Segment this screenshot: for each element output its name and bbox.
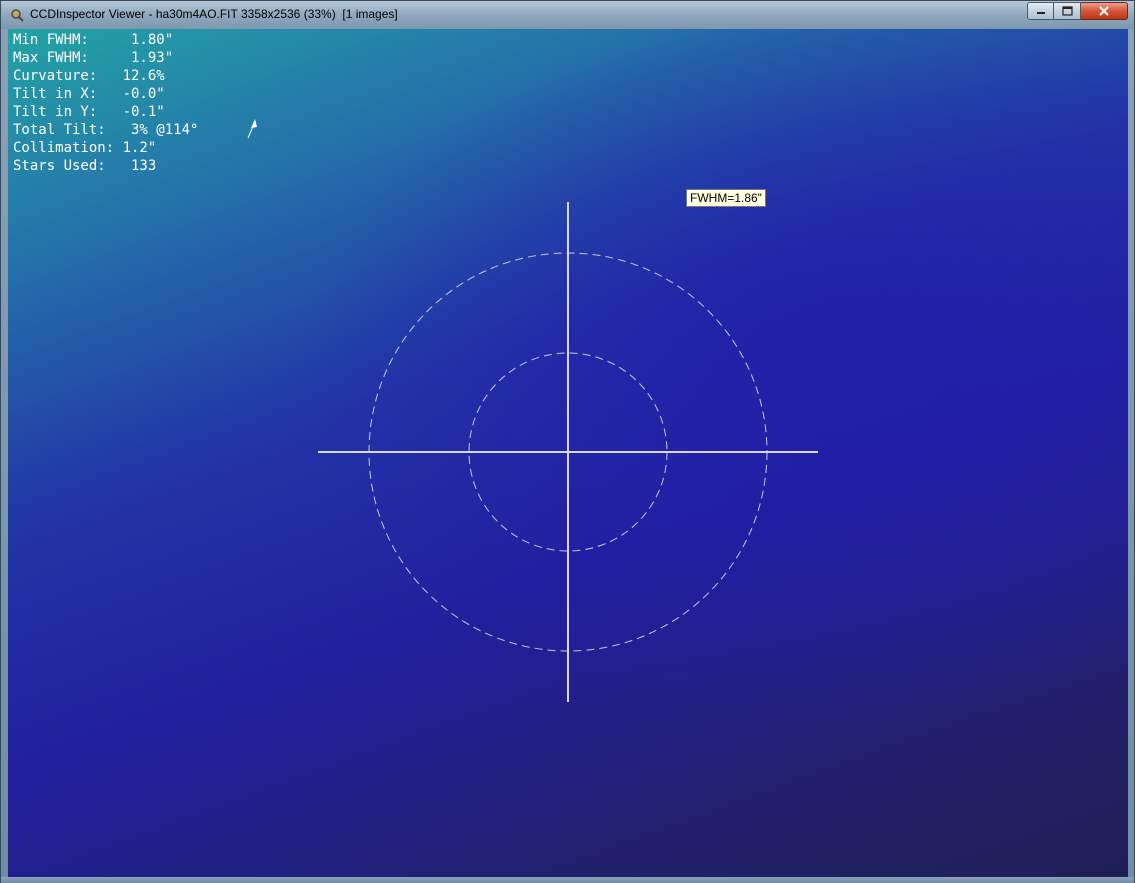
title-bar[interactable]: CCDInspector Viewer - ha30m4AO.FIT 3358x… <box>1 1 1134 29</box>
minimize-icon <box>1036 12 1045 14</box>
maximize-icon <box>1061 6 1073 16</box>
tilt-arrow-icon <box>247 119 257 139</box>
curvature-overlay <box>247 119 818 702</box>
window-title: CCDInspector Viewer - ha30m4AO.FIT 3358x… <box>30 7 398 21</box>
app-window: CCDInspector Viewer - ha30m4AO.FIT 3358x… <box>0 0 1135 883</box>
maximize-button[interactable] <box>1054 2 1081 20</box>
ccdinspector-app-icon <box>11 9 24 22</box>
fwhm-tooltip: FWHM=1.86" <box>686 189 766 207</box>
close-icon <box>1099 6 1109 16</box>
image-viewport[interactable]: Min FWHM: 1.80" Max FWHM: 1.93" Curvatur… <box>8 29 1128 877</box>
minimize-button[interactable] <box>1027 2 1054 20</box>
window-bottom-border <box>1 877 1134 883</box>
close-button[interactable] <box>1081 2 1128 20</box>
